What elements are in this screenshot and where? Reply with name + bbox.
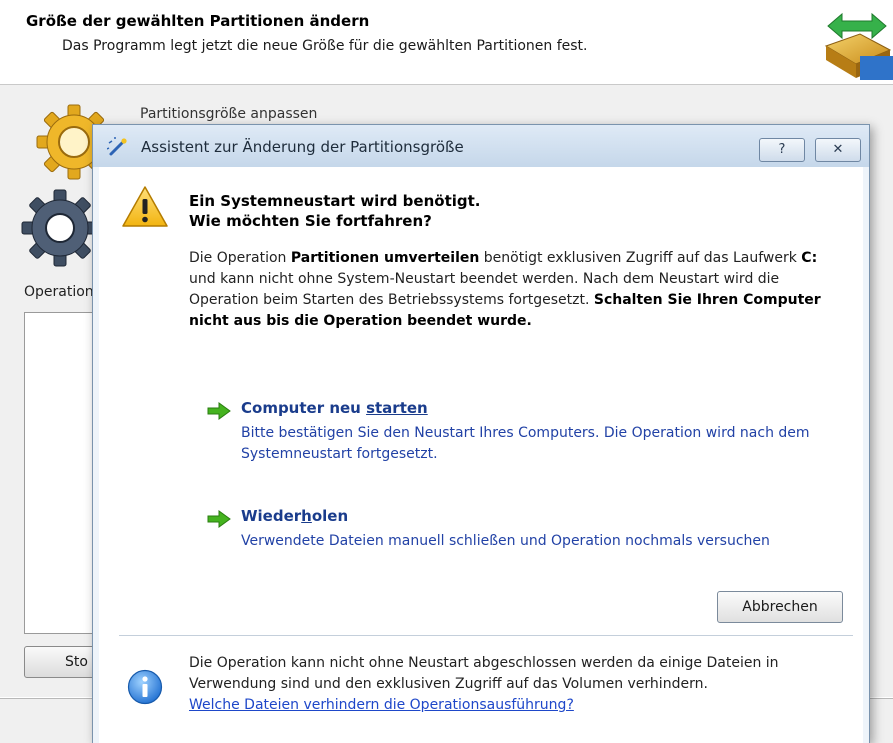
close-button[interactable]: ✕ xyxy=(815,138,861,162)
action-retry[interactable]: Wiederholen Verwendete Dateien manuell s… xyxy=(207,507,847,555)
green-arrow-icon xyxy=(207,510,231,528)
dialog-content: Ein Systemneustart wird benötigt. Wie mö… xyxy=(99,167,863,743)
message-part2: benötigt exklusiven Zugriff auf das Lauf… xyxy=(479,250,802,266)
message-operation-name: Partitionen umverteilen xyxy=(290,250,480,266)
info-icon xyxy=(127,669,163,705)
blue-gear-icon xyxy=(21,189,99,267)
operation-message: Die Operation Partitionen umverteilen be… xyxy=(189,248,839,332)
warning-triangle-icon xyxy=(122,186,168,227)
help-button[interactable]: ? xyxy=(759,138,805,162)
restart-required-dialog: Assistent zur Änderung der Partitionsgrö… xyxy=(92,124,870,743)
operations-list[interactable] xyxy=(24,312,101,634)
wizard-subtitle: Das Programm legt jetzt die neue Größe f… xyxy=(62,38,588,54)
blocking-files-link[interactable]: Welche Dateien verhindern die Operations… xyxy=(189,695,849,716)
message-part1: Die Operation xyxy=(189,250,291,266)
info-text: Die Operation kann nicht ohne Neustart a… xyxy=(189,655,779,692)
action-retry-title[interactable]: Wiederholen xyxy=(241,507,348,525)
action-retry-description: Verwendete Dateien manuell schließen und… xyxy=(241,533,770,549)
action-restart-description: Bitte bestätigen Sie den Neustart Ihres … xyxy=(241,425,810,462)
cancel-button[interactable]: Abbrechen xyxy=(717,591,843,623)
operations-label: Operation xyxy=(24,284,94,300)
message-drive: C: xyxy=(801,250,818,266)
info-message: Die Operation kann nicht ohne Neustart a… xyxy=(189,653,849,716)
step-label: Partitionsgröße anpassen xyxy=(140,106,318,122)
wizard-header: Größe der gewählten Partitionen ändern D… xyxy=(0,0,893,85)
wizard-title: Größe der gewählten Partitionen ändern xyxy=(26,12,370,30)
action-restart-title[interactable]: Computer neu starten xyxy=(241,399,428,417)
green-arrow-icon xyxy=(207,402,231,420)
dialog-title: Assistent zur Änderung der Partitionsgrö… xyxy=(141,138,464,156)
warning-heading-line1: Ein Systemneustart wird benötigt. xyxy=(189,192,481,210)
warning-heading: Ein Systemneustart wird benötigt. Wie mö… xyxy=(189,191,480,231)
wizard-wand-icon xyxy=(107,137,127,156)
partition-resize-logo-icon xyxy=(824,12,893,80)
warning-heading-line2: Wie möchten Sie fortfahren? xyxy=(189,212,432,230)
dialog-titlebar[interactable]: Assistent zur Änderung der Partitionsgrö… xyxy=(93,125,869,167)
action-restart-computer[interactable]: Computer neu starten Bitte bestätigen Si… xyxy=(207,399,847,462)
stop-button[interactable]: Sto xyxy=(24,646,101,678)
separator xyxy=(119,635,853,636)
